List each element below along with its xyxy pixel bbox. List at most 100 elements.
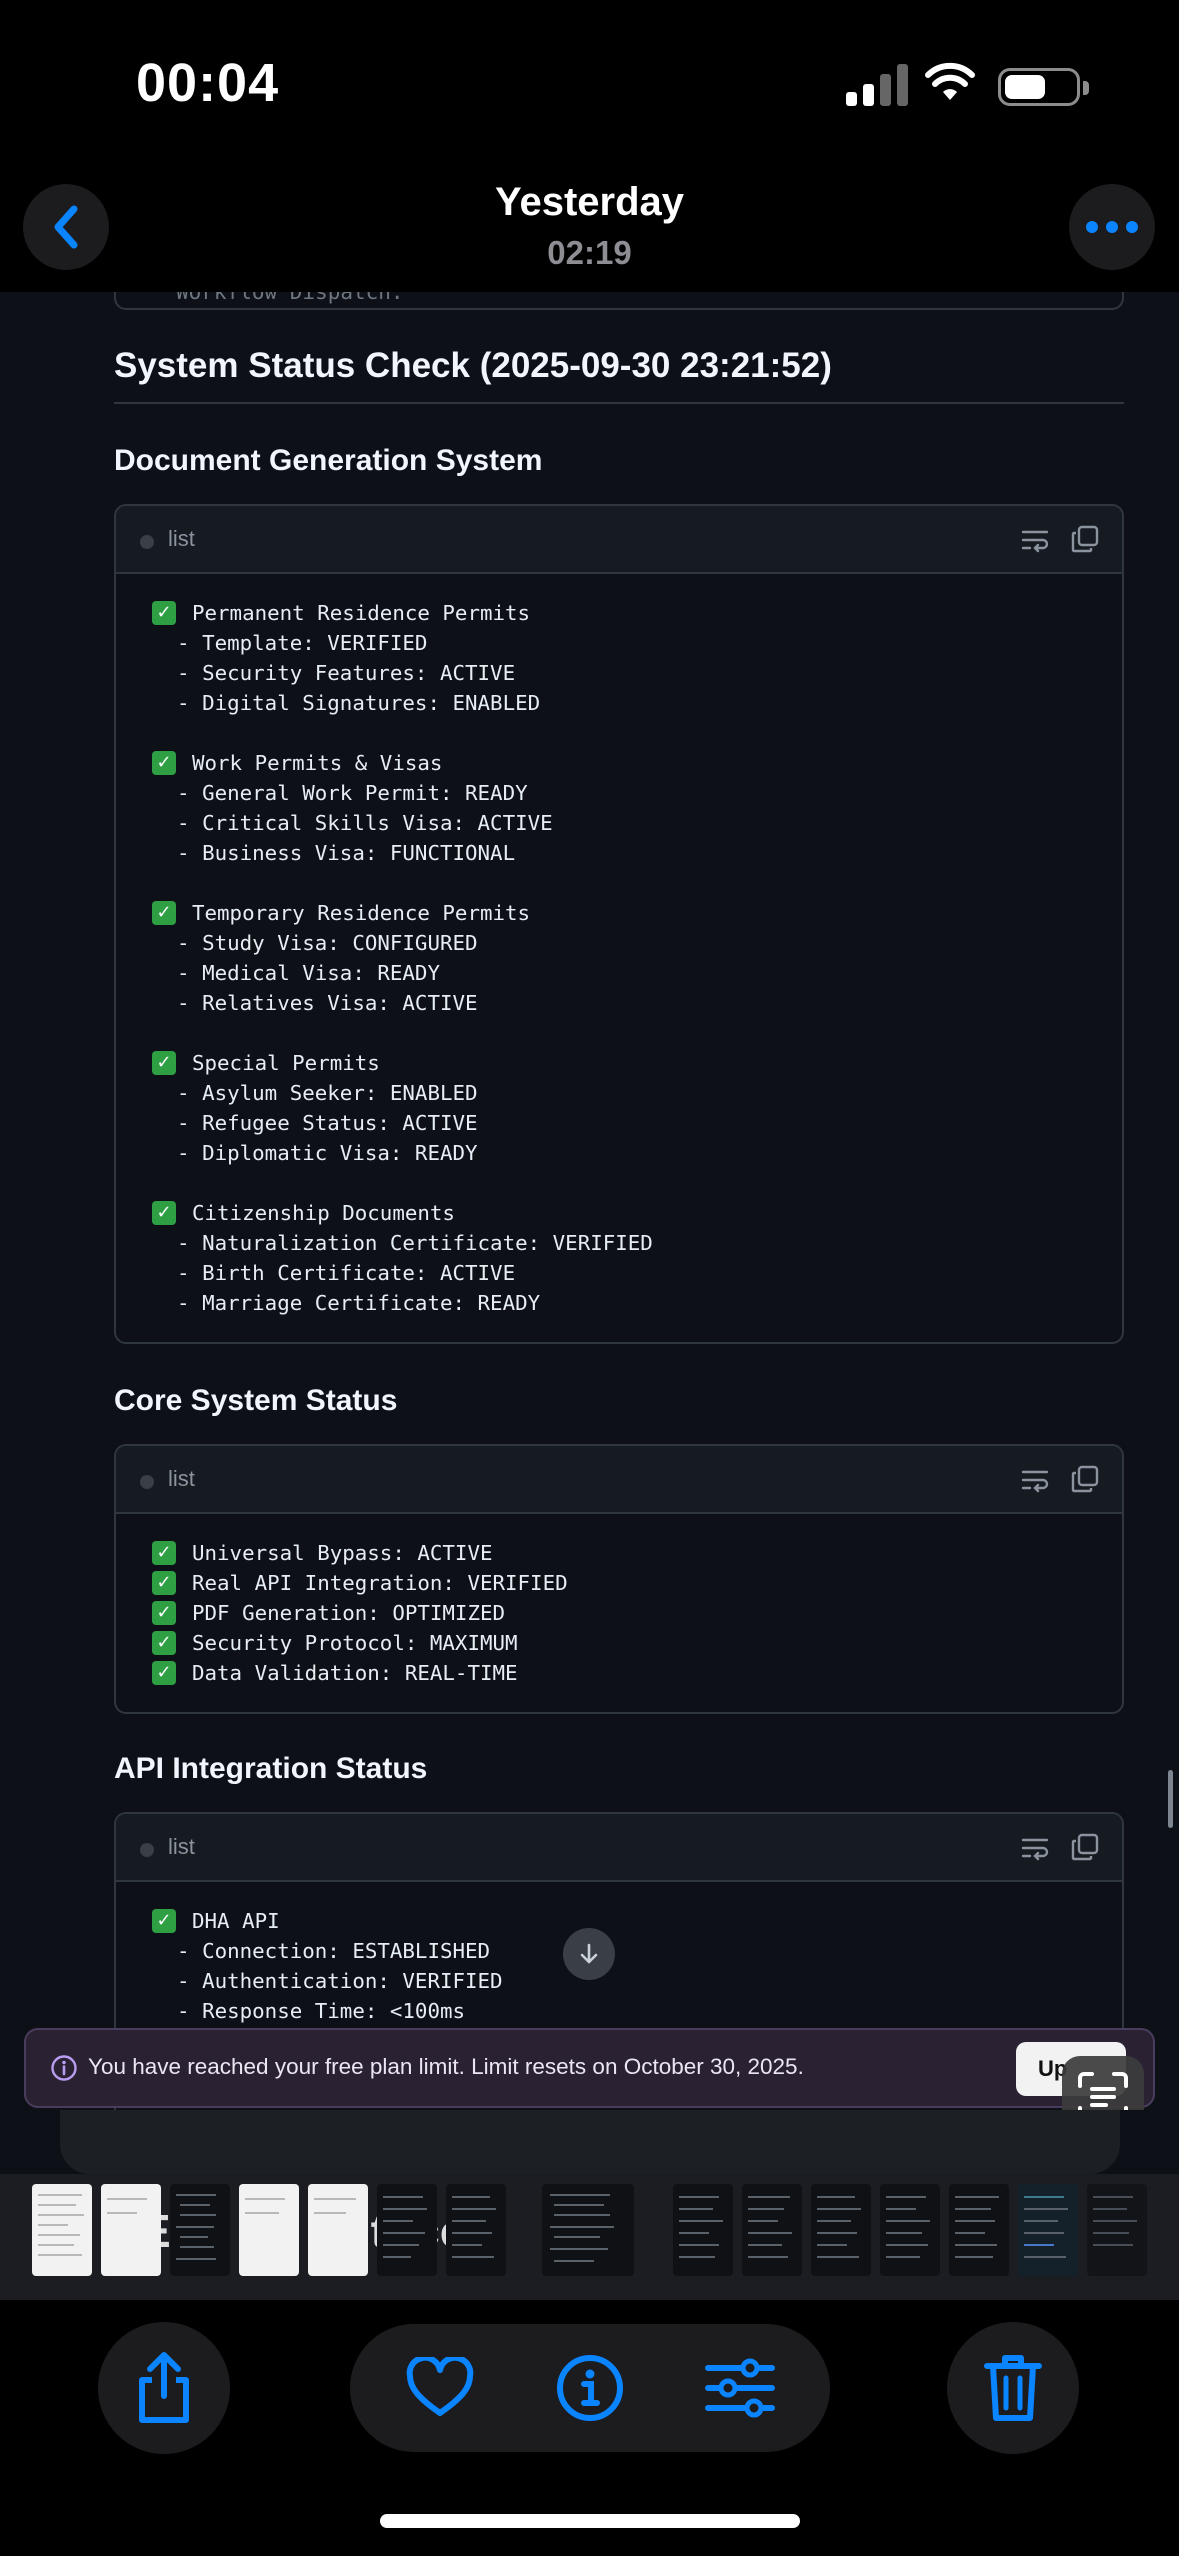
plan-limit-banner: You have reached your free plan limit. L… [24, 2028, 1155, 2108]
home-indicator[interactable] [380, 2514, 800, 2528]
adjust-icon [705, 2358, 775, 2418]
code-block-header: list [116, 506, 1122, 574]
thumbnail[interactable] [32, 2184, 92, 2276]
adjust-button[interactable] [700, 2348, 780, 2428]
code-line-text: - Marriage Certificate: READY [152, 1291, 541, 1315]
code-line: ✓ Data Validation: REAL-TIME [152, 1658, 1086, 1688]
code-lines: ✓ DHA API - Connection: ESTABLISHED - Aut… [116, 1882, 1122, 2046]
code-block: list ✓ Permanent Residence Permits - Temp… [114, 504, 1124, 1344]
thumbnail[interactable] [101, 2184, 161, 2276]
thumbnail[interactable] [239, 2184, 299, 2276]
thumbnail[interactable] [446, 2184, 506, 2276]
copy-icon[interactable] [1070, 1464, 1100, 1494]
wrap-icon[interactable] [1020, 1466, 1050, 1494]
code-line-text: - Critical Skills Visa: ACTIVE [152, 811, 553, 835]
code-line-text: - Business Visa: FUNCTIONAL [152, 841, 516, 865]
code-lines: ✓ Universal Bypass: ACTIVE ✓ Real API Integ… [116, 1514, 1122, 1708]
thumbnail[interactable] [1087, 2184, 1147, 2276]
thumbnail[interactable] [880, 2184, 940, 2276]
thumbnail[interactable] [377, 2184, 437, 2276]
truncated-text: Workflow Dispatch: [176, 292, 404, 304]
banner-message: You have reached your free plan limit. L… [88, 2054, 804, 2079]
code-line: ✓ DHA API [152, 1906, 1086, 1936]
checkmark-icon: ✓ [152, 1601, 176, 1625]
wifi-icon [925, 62, 975, 100]
checkmark-icon: ✓ [152, 1541, 176, 1565]
code-line: - Authentication: VERIFIED [152, 1966, 1086, 1996]
thumbnail[interactable] [673, 2184, 733, 2276]
code-line: - Business Visa: FUNCTIONAL [152, 838, 1086, 868]
wrap-icon[interactable] [1020, 526, 1050, 554]
trash-icon [984, 2355, 1042, 2421]
code-line: ✓ Work Permits & Visas [152, 748, 1086, 778]
code-line-text: - Connection: ESTABLISHED [152, 1939, 491, 1963]
code-line-text: Security Protocol: MAXIMUM [192, 1631, 518, 1655]
screenshot-content[interactable]: Workflow Dispatch: System Status Check (… [0, 292, 1179, 2174]
code-line: ✓ Permanent Residence Permits [152, 598, 1086, 628]
checkmark-icon: ✓ [152, 1661, 176, 1685]
block-heading: Core System Status [114, 1384, 398, 1417]
code-line-text: - Diplomatic Visa: READY [152, 1141, 478, 1165]
lang-dot-icon [140, 535, 154, 549]
code-line: - Diplomatic Visa: READY [152, 1138, 1086, 1168]
previous-code-block: Workflow Dispatch: [114, 292, 1124, 310]
info-button[interactable] [550, 2348, 630, 2428]
code-lang-label: list [168, 1466, 195, 1491]
lang-dot-icon [140, 1475, 154, 1489]
status-time: 00:04 [136, 53, 280, 113]
block-heading: Document Generation System [114, 444, 543, 477]
code-line-text: DHA API [192, 1909, 280, 1933]
code-line: - Relatives Visa: ACTIVE [152, 988, 1086, 1018]
code-line: ✓ Citizenship Documents [152, 1198, 1086, 1228]
scrollbar-thumb[interactable] [1168, 1770, 1173, 1828]
code-line-text: - Response Time: <100ms [152, 1999, 466, 2023]
thumbnail[interactable] [170, 2184, 230, 2276]
checkmark-icon: ✓ [152, 1051, 176, 1075]
code-block-header: list [116, 1446, 1122, 1514]
code-line-text: - Asylum Seeker: ENABLED [152, 1081, 478, 1105]
thumbnail[interactable] [949, 2184, 1009, 2276]
scroll-down-button[interactable] [563, 1928, 615, 1980]
thumbnail-current[interactable] [542, 2184, 634, 2276]
code-line-text: - Authentication: VERIFIED [152, 1969, 503, 1993]
thumbnail[interactable] [1018, 2184, 1078, 2276]
section-title: System Status Check (2025-09-30 23:21:52… [114, 346, 832, 385]
arrow-down-icon [580, 1943, 598, 1964]
battery-icon [998, 68, 1089, 106]
thumbnail[interactable] [308, 2184, 368, 2276]
thumbnail[interactable] [811, 2184, 871, 2276]
toolbar-pill [350, 2324, 830, 2452]
code-line: - Asylum Seeker: ENABLED [152, 1078, 1086, 1108]
code-lang-label: list [168, 1834, 195, 1859]
code-line: - Naturalization Certificate: VERIFIED [152, 1228, 1086, 1258]
thumbnail[interactable] [742, 2184, 802, 2276]
code-line-text: Work Permits & Visas [192, 751, 443, 775]
code-line: - Birth Certificate: ACTIVE [152, 1258, 1086, 1288]
copy-icon[interactable] [1070, 524, 1100, 554]
page-subtitle: 02:19 [547, 234, 632, 271]
code-line-text: Universal Bypass: ACTIVE [192, 1541, 493, 1565]
code-line-text: Real API Integration: VERIFIED [192, 1571, 568, 1595]
code-line-text: Temporary Residence Permits [192, 901, 531, 925]
favorite-button[interactable] [400, 2348, 480, 2428]
delete-button[interactable] [947, 2322, 1079, 2454]
checkmark-icon: ✓ [152, 751, 176, 775]
code-line-text: - General Work Permit: READY [152, 781, 528, 805]
code-line-text: PDF Generation: OPTIMIZED [192, 1601, 506, 1625]
code-line: - Response Time: <100ms [152, 1996, 1086, 2026]
code-line-text: Permanent Residence Permits [192, 601, 531, 625]
code-block: list ✓ Universal Bypass: ACTIVE ✓ Real API … [114, 1444, 1124, 1714]
thumbnail-strip[interactable]: Ethco [0, 2174, 1179, 2300]
info-icon [51, 2055, 77, 2081]
code-line: - Refugee Status: ACTIVE [152, 1108, 1086, 1138]
more-button[interactable] [1069, 184, 1155, 270]
checkmark-icon: ✓ [152, 1201, 176, 1225]
code-line: - Security Features: ACTIVE [152, 658, 1086, 688]
share-button[interactable] [98, 2322, 230, 2454]
wrap-icon[interactable] [1020, 1834, 1050, 1862]
code-line: - Critical Skills Visa: ACTIVE [152, 808, 1086, 838]
copy-icon[interactable] [1070, 1832, 1100, 1862]
page-title: Yesterday [494, 180, 685, 224]
